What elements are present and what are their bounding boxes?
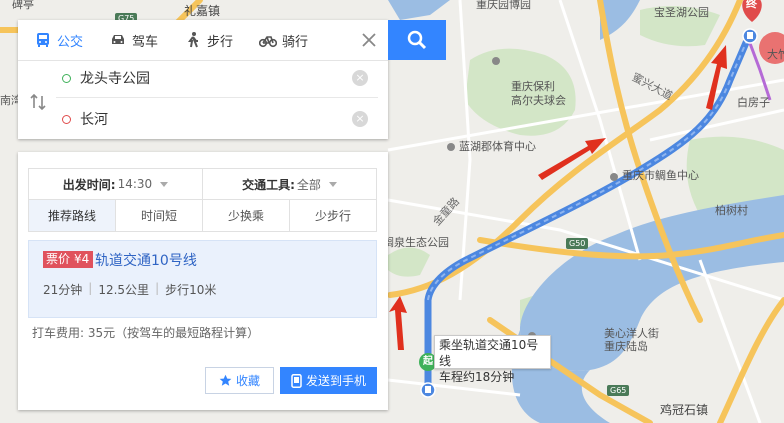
depart-time-value: 14:30 <box>117 177 153 191</box>
map-label-golf: 高尔夫球会 <box>511 94 566 107</box>
chevron-down-icon <box>328 181 337 187</box>
clear-start-icon[interactable]: × <box>352 70 368 86</box>
bus-icon <box>37 33 49 47</box>
end-input[interactable]: 长河 <box>80 109 108 129</box>
start-dot-icon <box>62 73 71 83</box>
callout-duration: 车程约18分钟 <box>439 370 515 384</box>
phone-icon <box>291 373 302 388</box>
start-field[interactable]: 龙头寺公园 × <box>56 59 378 98</box>
route-options: 出发时间: 14:30 交通工具: 全部 推荐路线 时间短 少换乘 少步行 <box>28 168 377 232</box>
end-marker-label: 终 <box>746 0 757 10</box>
callout-line: 乘坐轨道交通10号线 <box>439 338 539 368</box>
map-label-meixin: 美心洋人街 <box>604 327 659 340</box>
send-to-phone-button[interactable]: 发送到手机 <box>280 367 377 394</box>
map-label-expo-park: 重庆园博园 <box>476 0 531 11</box>
chevron-down-icon <box>160 181 169 187</box>
route-stats: 21分钟 | 12.5公里 | 步行10米 <box>43 281 217 297</box>
route-duration: 21分钟 <box>43 283 83 297</box>
sort-tab-less-walking[interactable]: 少步行 <box>289 200 376 231</box>
map-label-baishu-village: 柏树村 <box>715 204 748 217</box>
favorite-button[interactable]: 收藏 <box>205 367 274 394</box>
depart-time-label: 出发时间: <box>62 177 116 192</box>
highway-shield-g65: G65 <box>607 385 630 396</box>
search-button[interactable] <box>388 20 446 60</box>
highway-shield-g50: G50 <box>566 238 589 249</box>
travel-mode-tabs: 公交 驾车 步行 骑行 <box>18 20 388 61</box>
ticket-label: 票价 <box>43 251 74 268</box>
clear-end-icon[interactable]: × <box>352 111 368 127</box>
tab-bus-label: 公交 <box>57 34 84 50</box>
transport-tool-value: 全部 <box>296 177 321 192</box>
tab-bus[interactable]: 公交 <box>18 20 93 60</box>
ticket-badge: 票价 ¥4 <box>43 251 94 268</box>
start-marker-label: 起 <box>423 356 433 367</box>
send-to-phone-label: 发送到手机 <box>305 374 366 388</box>
map-label-baifangzi: 白房子 <box>737 96 770 109</box>
route-line-name[interactable]: 轨道交通10号线 <box>95 250 197 270</box>
route-results-panel: 出发时间: 14:30 交通工具: 全部 推荐路线 时间短 少换乘 少步行 票价… <box>18 152 388 410</box>
route-search-panel: 公交 驾车 步行 骑行 龙头寺公园 × 长河 × <box>18 20 388 139</box>
route-distance: 12.5公里 <box>98 283 150 297</box>
tab-walk-label: 步行 <box>207 34 234 50</box>
route-callout: 乘坐轨道交通10号线 车程约18分钟 <box>434 335 551 384</box>
star-icon <box>219 374 232 386</box>
close-button[interactable] <box>354 25 384 55</box>
walk-icon <box>188 32 199 48</box>
route-walk: 步行10米 <box>165 283 217 297</box>
taxi-fare-text: 打车费用: 35元（按驾车的最短路程计算） <box>32 326 260 340</box>
sort-tab-recommended[interactable]: 推荐路线 <box>29 200 115 231</box>
map-label-lanhu-sports: 蓝湖郡体育中心 <box>459 140 536 153</box>
map-label-baoli: 重庆保利 <box>511 80 555 93</box>
search-icon <box>407 30 427 50</box>
map-label-dazhu: 大竹 <box>767 48 784 61</box>
transport-tool-label: 交通工具: <box>242 177 295 192</box>
favorite-label: 收藏 <box>235 374 260 388</box>
depart-time-select[interactable]: 出发时间: 14:30 <box>29 169 202 199</box>
close-icon <box>362 33 376 47</box>
metro-station-start <box>420 382 436 398</box>
car-icon <box>112 35 125 44</box>
metro-station-end <box>742 28 758 44</box>
start-input[interactable]: 龙头寺公园 <box>80 68 150 88</box>
tab-car-label: 驾车 <box>132 34 159 50</box>
bike-icon <box>259 36 278 48</box>
sort-tab-fewer-transfers[interactable]: 少换乘 <box>202 200 289 231</box>
map-label-chongqing-island: 重庆陆岛 <box>604 340 648 353</box>
tab-bike-label: 骑行 <box>282 34 309 50</box>
tab-car[interactable]: 驾车 <box>93 20 168 60</box>
ticket-price: ¥4 <box>73 251 94 268</box>
map-label-yuyu-center: 重庆市鲷鱼中心 <box>622 169 699 182</box>
map-label-beiting: 碑亭 <box>12 0 34 11</box>
tab-bike[interactable]: 骑行 <box>243 20 318 60</box>
map-label-lijia-town: 礼嘉镇 <box>184 4 221 18</box>
end-field[interactable]: 长河 × <box>56 100 378 138</box>
route-card[interactable]: 票价 ¥4 轨道交通10号线 21分钟 | 12.5公里 | 步行10米 <box>28 240 377 318</box>
swap-icon[interactable] <box>28 92 48 112</box>
transport-tool-select[interactable]: 交通工具: 全部 <box>202 169 376 199</box>
tab-walk[interactable]: 步行 <box>168 20 243 60</box>
map-label-baosheng-park: 宝圣湖公园 <box>654 6 709 19</box>
map-label-jiguanshi-town: 鸡冠石镇 <box>660 403 709 417</box>
sort-tab-shortest-time[interactable]: 时间短 <box>115 200 202 231</box>
end-dot-icon <box>62 114 71 124</box>
